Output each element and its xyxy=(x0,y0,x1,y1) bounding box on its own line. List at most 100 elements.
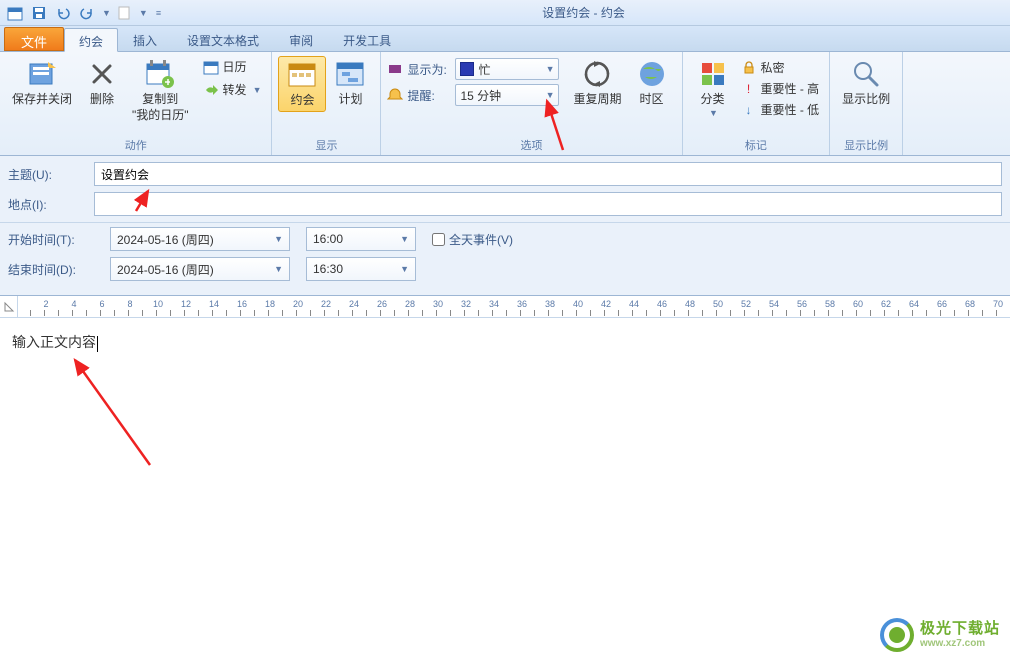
chevron-down-icon: ▼ xyxy=(709,108,718,120)
ruler-tick: 10 xyxy=(153,299,163,309)
ruler-tick: 52 xyxy=(741,299,751,309)
ruler-tick: 28 xyxy=(405,299,415,309)
ruler-tick: 34 xyxy=(489,299,499,309)
forward-icon xyxy=(203,82,219,98)
ruler-tick: 54 xyxy=(769,299,779,309)
categorize-label: 分类 xyxy=(700,92,724,108)
reminder-label: 提醒: xyxy=(407,87,451,104)
ruler-tick: 30 xyxy=(433,299,443,309)
appointment-form: 主题(U): 地点(I): 开始时间(T): 2024-05-16 (周四) ▼… xyxy=(0,156,1010,296)
plan-button[interactable]: 计划 xyxy=(326,56,374,110)
start-date-value: 2024-05-16 (周四) xyxy=(117,231,214,248)
chevron-down-icon[interactable]: ▼ xyxy=(102,8,111,18)
importance-high-button[interactable]: ! 重要性 - 高 xyxy=(737,79,824,98)
private-button[interactable]: 私密 xyxy=(737,58,824,77)
group-tags: 分类 ▼ 私密 ! 重要性 - 高 ↓ 重要性 - 低 xyxy=(683,52,831,155)
timezone-button[interactable]: 时区 xyxy=(628,56,676,110)
tab-review[interactable]: 审阅 xyxy=(274,27,328,51)
categorize-button[interactable]: 分类 ▼ xyxy=(689,56,737,121)
chevron-down-icon: ▼ xyxy=(400,234,409,244)
tab-format[interactable]: 设置文本格式 xyxy=(172,27,274,51)
ruler-tick: 24 xyxy=(349,299,359,309)
plan-label: 计划 xyxy=(338,92,362,108)
start-time-select[interactable]: 16:00 ▼ xyxy=(306,227,416,251)
qat-undo-icon[interactable] xyxy=(52,3,74,23)
copy-calendar-icon xyxy=(144,58,176,90)
ruler-tick: 22 xyxy=(321,299,331,309)
ruler-tick: 68 xyxy=(965,299,975,309)
chevron-down-icon: ▼ xyxy=(274,234,283,244)
qat-calendar-icon[interactable] xyxy=(4,3,26,23)
reminder-select[interactable]: 15 分钟 ▼ xyxy=(455,84,559,106)
appointment-button[interactable]: 约会 xyxy=(278,56,326,112)
body-text: 输入正文内容 xyxy=(12,336,96,351)
ruler-tab-selector[interactable] xyxy=(0,296,18,318)
qat-blank-icon[interactable] xyxy=(113,3,135,23)
importance-low-button[interactable]: ↓ 重要性 - 低 xyxy=(737,100,824,119)
ribbon-tabstrip: 文件 约会 插入 设置文本格式 审阅 开发工具 xyxy=(0,26,1010,52)
save-close-button[interactable]: 保存并关闭 xyxy=(6,56,78,110)
text-cursor xyxy=(97,336,98,352)
chevron-down-icon: ▼ xyxy=(400,264,409,274)
calendar-button[interactable]: 日历 xyxy=(199,56,266,77)
all-day-checkbox-input[interactable] xyxy=(432,233,445,246)
show-as-select[interactable]: 忙 ▼ xyxy=(455,58,559,80)
forward-button[interactable]: 转发 ▼ xyxy=(199,79,266,100)
end-time-label: 结束时间(D): xyxy=(8,261,94,278)
forward-label: 转发 xyxy=(223,81,247,98)
body-editor[interactable]: 输入正文内容 xyxy=(0,318,1010,618)
tab-file[interactable]: 文件 xyxy=(4,27,64,51)
qat-save-icon[interactable] xyxy=(28,3,50,23)
quick-access-toolbar: ▼ ▼ ≡ xyxy=(4,3,161,23)
tab-insert[interactable]: 插入 xyxy=(118,27,172,51)
tab-developer[interactable]: 开发工具 xyxy=(328,27,406,51)
zoom-button[interactable]: 显示比例 xyxy=(836,56,896,110)
copy-to-calendar-button[interactable]: 复制到 "我的日历" xyxy=(126,56,195,125)
show-as-icon xyxy=(387,61,403,77)
zoom-label: 显示比例 xyxy=(842,92,890,108)
title-bar: ▼ ▼ ≡ 设置约会 - 约会 xyxy=(0,0,1010,26)
calendar-label: 日历 xyxy=(223,58,247,75)
importance-low-label: 重要性 - 低 xyxy=(761,101,820,118)
group-actions-label: 动作 xyxy=(6,135,265,155)
timezone-icon xyxy=(636,58,668,90)
subject-input[interactable] xyxy=(94,162,1002,186)
importance-high-icon: ! xyxy=(741,81,757,97)
watermark-logo-icon xyxy=(880,618,914,652)
recurrence-button[interactable]: 重复周期 xyxy=(567,56,627,110)
delete-icon xyxy=(86,58,118,90)
end-date-select[interactable]: 2024-05-16 (周四) ▼ xyxy=(110,257,290,281)
group-options: 显示为: 忙 ▼ 提醒: 15 分钟 xyxy=(381,52,682,155)
watermark-cn: 极光下载站 xyxy=(920,621,1000,638)
location-input[interactable] xyxy=(94,192,1002,216)
end-time-select[interactable]: 16:30 ▼ xyxy=(306,257,416,281)
ruler-scale[interactable]: 2468101214161820222426283032343638404244… xyxy=(18,298,1010,316)
ruler-tick: 26 xyxy=(377,299,387,309)
watermark: 极光下载站 www.xz7.com xyxy=(880,618,1000,652)
ruler-tick: 4 xyxy=(71,299,76,309)
chevron-down-icon[interactable]: ▼ xyxy=(139,8,148,18)
start-date-select[interactable]: 2024-05-16 (周四) ▼ xyxy=(110,227,290,251)
end-date-value: 2024-05-16 (周四) xyxy=(117,261,214,278)
delete-button[interactable]: 删除 xyxy=(78,56,126,110)
delete-label: 删除 xyxy=(90,92,114,108)
importance-high-label: 重要性 - 高 xyxy=(761,80,820,97)
tab-appointment[interactable]: 约会 xyxy=(64,28,118,52)
importance-low-icon: ↓ xyxy=(741,102,757,118)
all-day-checkbox[interactable]: 全天事件(V) xyxy=(432,231,513,248)
ruler-tick: 50 xyxy=(713,299,723,309)
ruler-tick: 64 xyxy=(909,299,919,309)
qat-redo-icon[interactable] xyxy=(76,3,98,23)
group-actions: 保存并关闭 删除 复制到 "我的日历" 日历 xyxy=(0,52,272,155)
ruler-tick: 70 xyxy=(993,299,1003,309)
chevron-down-icon[interactable]: ▼ xyxy=(253,85,262,95)
ribbon: 保存并关闭 删除 复制到 "我的日历" 日历 xyxy=(0,52,1010,156)
recurrence-label: 重复周期 xyxy=(573,92,621,108)
save-close-label: 保存并关闭 xyxy=(12,92,72,108)
ruler-tick: 60 xyxy=(853,299,863,309)
group-show: 约会 计划 显示 xyxy=(272,52,381,155)
copy-to-label: 复制到 "我的日历" xyxy=(132,92,189,123)
busy-swatch-icon xyxy=(460,62,474,76)
group-show-label: 显示 xyxy=(278,135,374,155)
ruler-tick: 36 xyxy=(517,299,527,309)
